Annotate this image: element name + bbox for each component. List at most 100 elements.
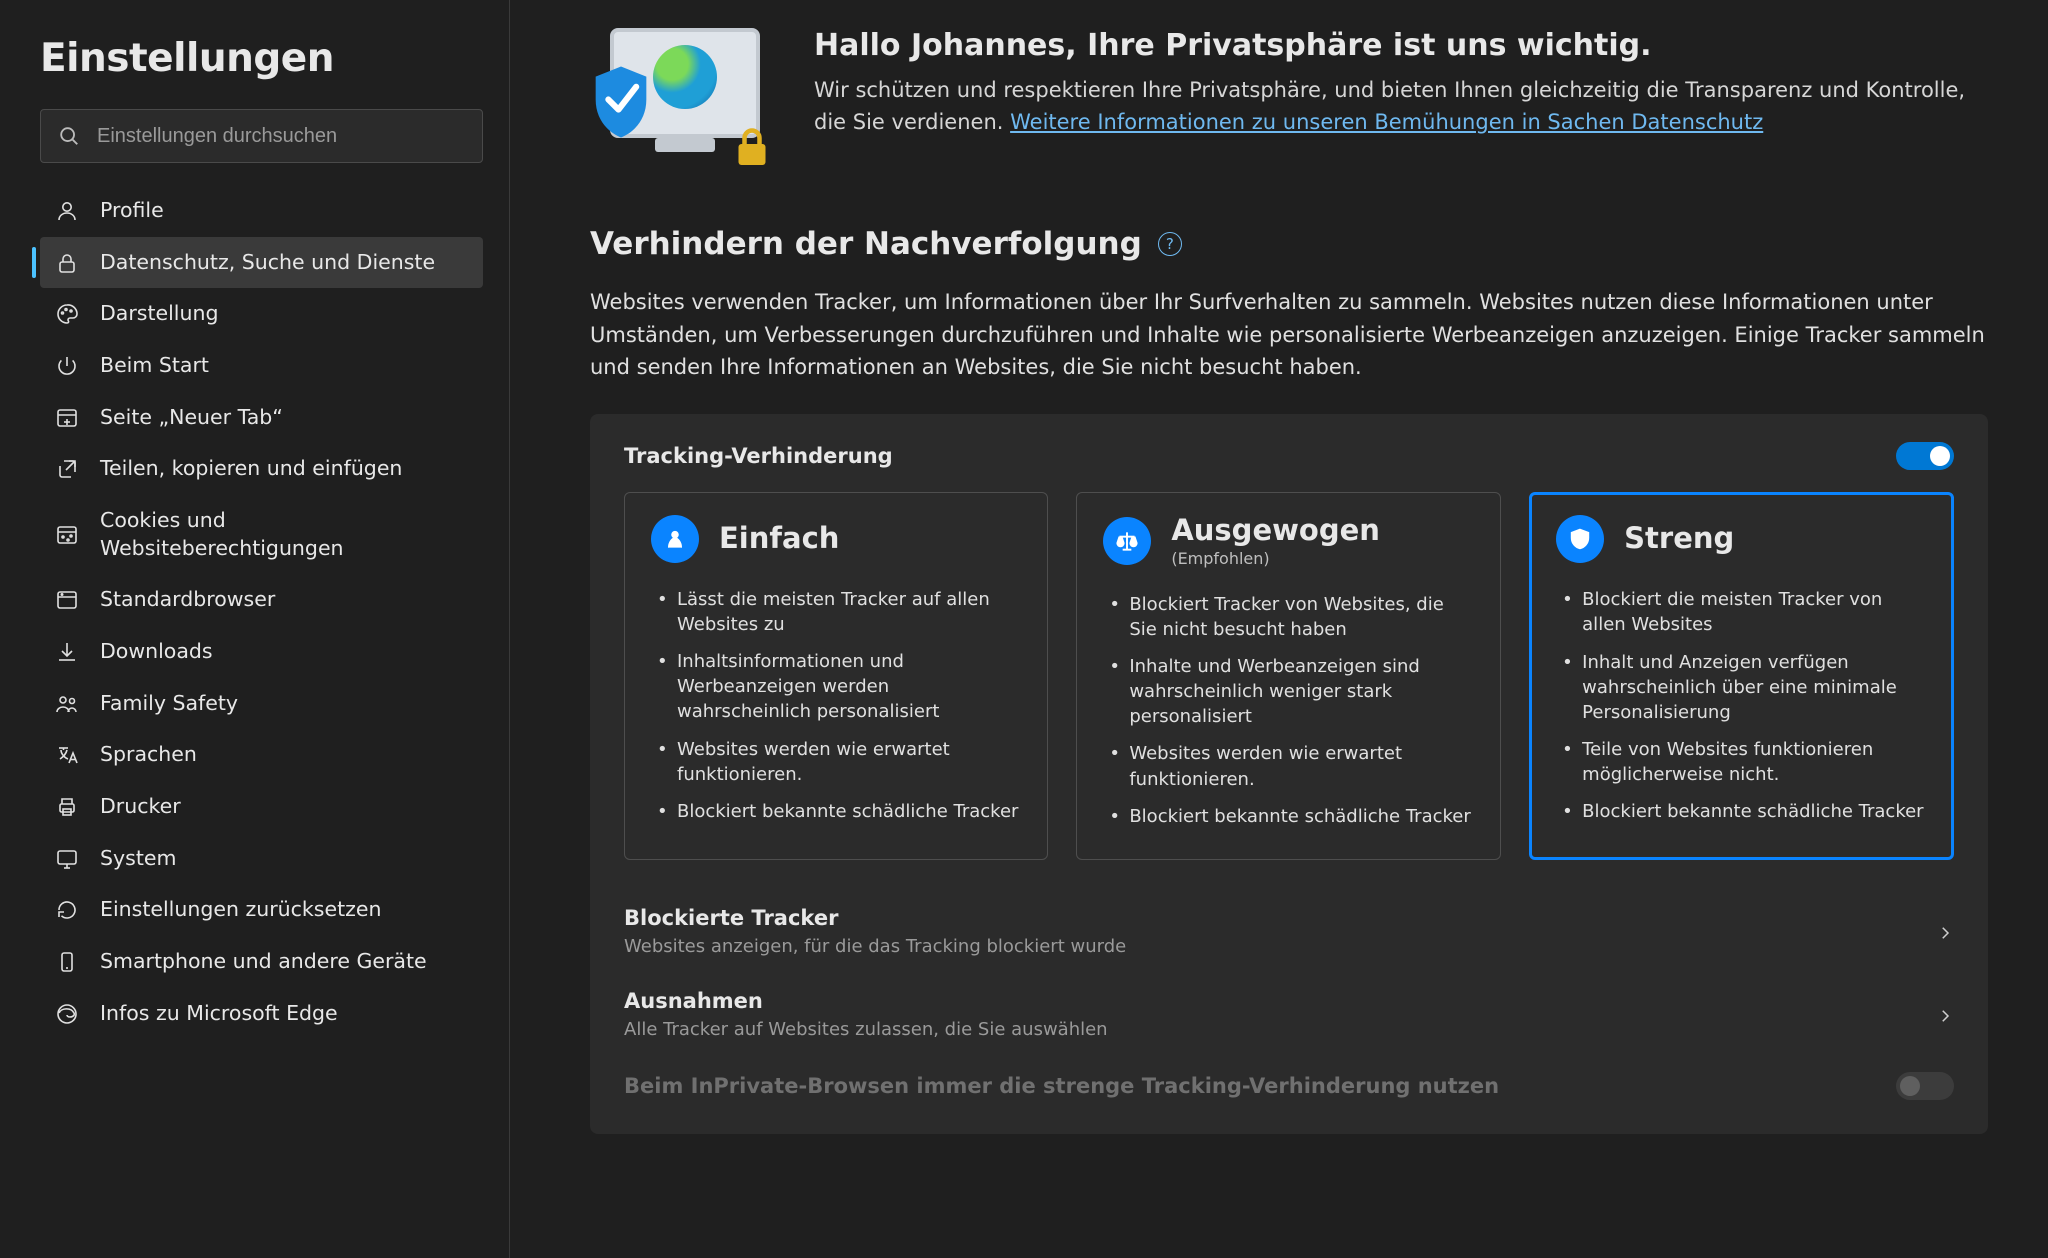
hero-illustration <box>590 28 770 168</box>
system-icon <box>54 846 80 872</box>
sidebar-item-cookies[interactable]: Cookies und Websiteberechtigungen <box>40 495 483 574</box>
sidebar-item-label: Darstellung <box>100 300 469 328</box>
settings-sidebar: Einstellungen Profile Datenschutz, Suche … <box>0 0 510 1258</box>
sidebar-item-browser[interactable]: Standardbrowser <box>40 574 483 626</box>
shield-check-icon <box>590 64 652 140</box>
download-icon <box>54 639 80 665</box>
sidebar-item-printer[interactable]: Drucker <box>40 781 483 833</box>
card-icon <box>651 515 699 563</box>
blocked-trackers-row[interactable]: Blockierte Tracker Websites anzeigen, fü… <box>624 890 1954 973</box>
card-bullets: Blockiert die meisten Tracker von allen … <box>1556 581 1926 831</box>
tracking-level-cards: Einfach Lässt die meisten Tracker auf all… <box>624 492 1954 860</box>
card-title: Ausgewogen <box>1171 515 1380 547</box>
sidebar-item-label: Sprachen <box>100 741 469 769</box>
section-title: Verhindern der Nachverfolgung <box>590 226 1142 262</box>
chevron-right-icon <box>1936 1006 1954 1024</box>
tracking-card-streng[interactable]: Streng Blockiert die meisten Tracker von … <box>1529 492 1954 860</box>
search-input[interactable] <box>40 109 483 163</box>
card-bullet: Blockiert Tracker von Websites, die Sie … <box>1109 586 1473 648</box>
card-title: Einfach <box>719 523 839 555</box>
lock-icon <box>734 126 770 168</box>
sidebar-item-phone[interactable]: Smartphone und andere Geräte <box>40 936 483 988</box>
sidebar-item-label: Cookies und Websiteberechtigungen <box>100 507 469 562</box>
inprivate-strict-toggle <box>1896 1072 1954 1100</box>
panel-title: Tracking-Verhinderung <box>624 444 893 468</box>
share-icon <box>54 456 80 482</box>
card-bullet: Blockiert bekannte schädliche Tracker <box>657 793 1021 830</box>
blocked-trackers-title: Blockierte Tracker <box>624 906 1126 930</box>
language-icon <box>54 742 80 768</box>
exceptions-desc: Alle Tracker auf Websites zulassen, die … <box>624 1019 1108 1040</box>
palette-icon <box>54 301 80 327</box>
card-title: Streng <box>1624 523 1734 555</box>
sidebar-item-palette[interactable]: Darstellung <box>40 288 483 340</box>
lock-icon <box>54 250 80 276</box>
sidebar-title: Einstellungen <box>40 36 483 81</box>
card-bullet: Blockiert bekannte schädliche Tracker <box>1562 793 1926 830</box>
sidebar-item-share[interactable]: Teilen, kopieren und einfügen <box>40 443 483 495</box>
card-bullets: Blockiert Tracker von Websites, die Sie … <box>1103 586 1473 836</box>
search-wrap <box>40 109 483 163</box>
card-icon <box>1103 517 1151 565</box>
card-bullet: Lässt die meisten Tracker auf allen Webs… <box>657 581 1021 643</box>
sidebar-item-label: Datenschutz, Suche und Dienste <box>100 249 469 277</box>
sidebar-item-language[interactable]: Sprachen <box>40 729 483 781</box>
sidebar-nav: Profile Datenschutz, Suche und Dienste Dar… <box>40 185 483 1039</box>
exceptions-title: Ausnahmen <box>624 989 1108 1013</box>
reset-icon <box>54 897 80 923</box>
card-bullet: Inhalt und Anzeigen verfügen wahrscheinl… <box>1562 644 1926 732</box>
cookies-icon <box>54 522 80 548</box>
sidebar-item-newtab[interactable]: Seite „Neuer Tab“ <box>40 392 483 444</box>
edge-logo-icon <box>653 45 717 109</box>
sidebar-item-power[interactable]: Beim Start <box>40 340 483 392</box>
sidebar-item-label: Einstellungen zurücksetzen <box>100 896 469 924</box>
sidebar-item-label: Profile <box>100 197 469 225</box>
sidebar-item-reset[interactable]: Einstellungen zurücksetzen <box>40 884 483 936</box>
sidebar-item-edge[interactable]: Infos zu Microsoft Edge <box>40 988 483 1040</box>
tracking-prevention-panel: Tracking-Verhinderung Einfach Lässt die m… <box>590 414 1988 1134</box>
browser-icon <box>54 587 80 613</box>
sidebar-item-family[interactable]: Family Safety <box>40 678 483 730</box>
printer-icon <box>54 794 80 820</box>
inprivate-strict-row: Beim InPrivate-Browsen immer die strenge… <box>624 1056 1954 1116</box>
sidebar-item-download[interactable]: Downloads <box>40 626 483 678</box>
card-bullet: Inhalte und Werbeanzeigen sind wahrschei… <box>1109 648 1473 736</box>
card-subtitle: (Empfohlen) <box>1171 549 1380 568</box>
privacy-hero: Hallo Johannes, Ihre Privatsphäre ist un… <box>590 28 1988 168</box>
sidebar-item-system[interactable]: System <box>40 833 483 885</box>
tracking-card-ausgewogen[interactable]: Ausgewogen (Empfohlen) Blockiert Tracker v… <box>1076 492 1500 860</box>
card-bullet: Websites werden wie erwartet funktionier… <box>657 731 1021 793</box>
hero-title: Hallo Johannes, Ihre Privatsphäre ist un… <box>814 28 1988 63</box>
chevron-right-icon <box>1936 923 1954 941</box>
privacy-learn-more-link[interactable]: Weitere Informationen zu unseren Bemühun… <box>1010 110 1763 134</box>
main-content: Hallo Johannes, Ihre Privatsphäre ist un… <box>510 0 2048 1258</box>
sidebar-item-label: Infos zu Microsoft Edge <box>100 1000 469 1028</box>
card-icon <box>1556 515 1604 563</box>
card-bullet: Websites werden wie erwartet funktionier… <box>1109 735 1473 797</box>
search-icon <box>58 125 80 147</box>
help-icon[interactable]: ? <box>1158 232 1182 256</box>
tracking-prevention-toggle[interactable] <box>1896 442 1954 470</box>
exceptions-row[interactable]: Ausnahmen Alle Tracker auf Websites zula… <box>624 973 1954 1056</box>
power-icon <box>54 353 80 379</box>
sidebar-item-lock[interactable]: Datenschutz, Suche und Dienste <box>40 237 483 289</box>
tracking-card-einfach[interactable]: Einfach Lässt die meisten Tracker auf all… <box>624 492 1048 860</box>
sidebar-item-label: Standardbrowser <box>100 586 469 614</box>
sidebar-item-label: Beim Start <box>100 352 469 380</box>
card-bullet: Blockiert die meisten Tracker von allen … <box>1562 581 1926 643</box>
card-bullet: Inhaltsinformationen und Werbeanzeigen w… <box>657 643 1021 731</box>
tracking-section-header: Verhindern der Nachverfolgung ? <box>590 226 1988 262</box>
hero-text: Hallo Johannes, Ihre Privatsphäre ist un… <box>814 28 1988 138</box>
sidebar-item-label: Teilen, kopieren und einfügen <box>100 455 469 483</box>
sidebar-item-label: Seite „Neuer Tab“ <box>100 404 469 432</box>
card-bullets: Lässt die meisten Tracker auf allen Webs… <box>651 581 1021 831</box>
edge-icon <box>54 1001 80 1027</box>
sidebar-item-profile[interactable]: Profile <box>40 185 483 237</box>
sidebar-item-label: Drucker <box>100 793 469 821</box>
family-icon <box>54 691 80 717</box>
inprivate-strict-label: Beim InPrivate-Browsen immer die strenge… <box>624 1074 1499 1098</box>
sidebar-item-label: Downloads <box>100 638 469 666</box>
profile-icon <box>54 198 80 224</box>
sidebar-item-label: Family Safety <box>100 690 469 718</box>
sidebar-item-label: System <box>100 845 469 873</box>
